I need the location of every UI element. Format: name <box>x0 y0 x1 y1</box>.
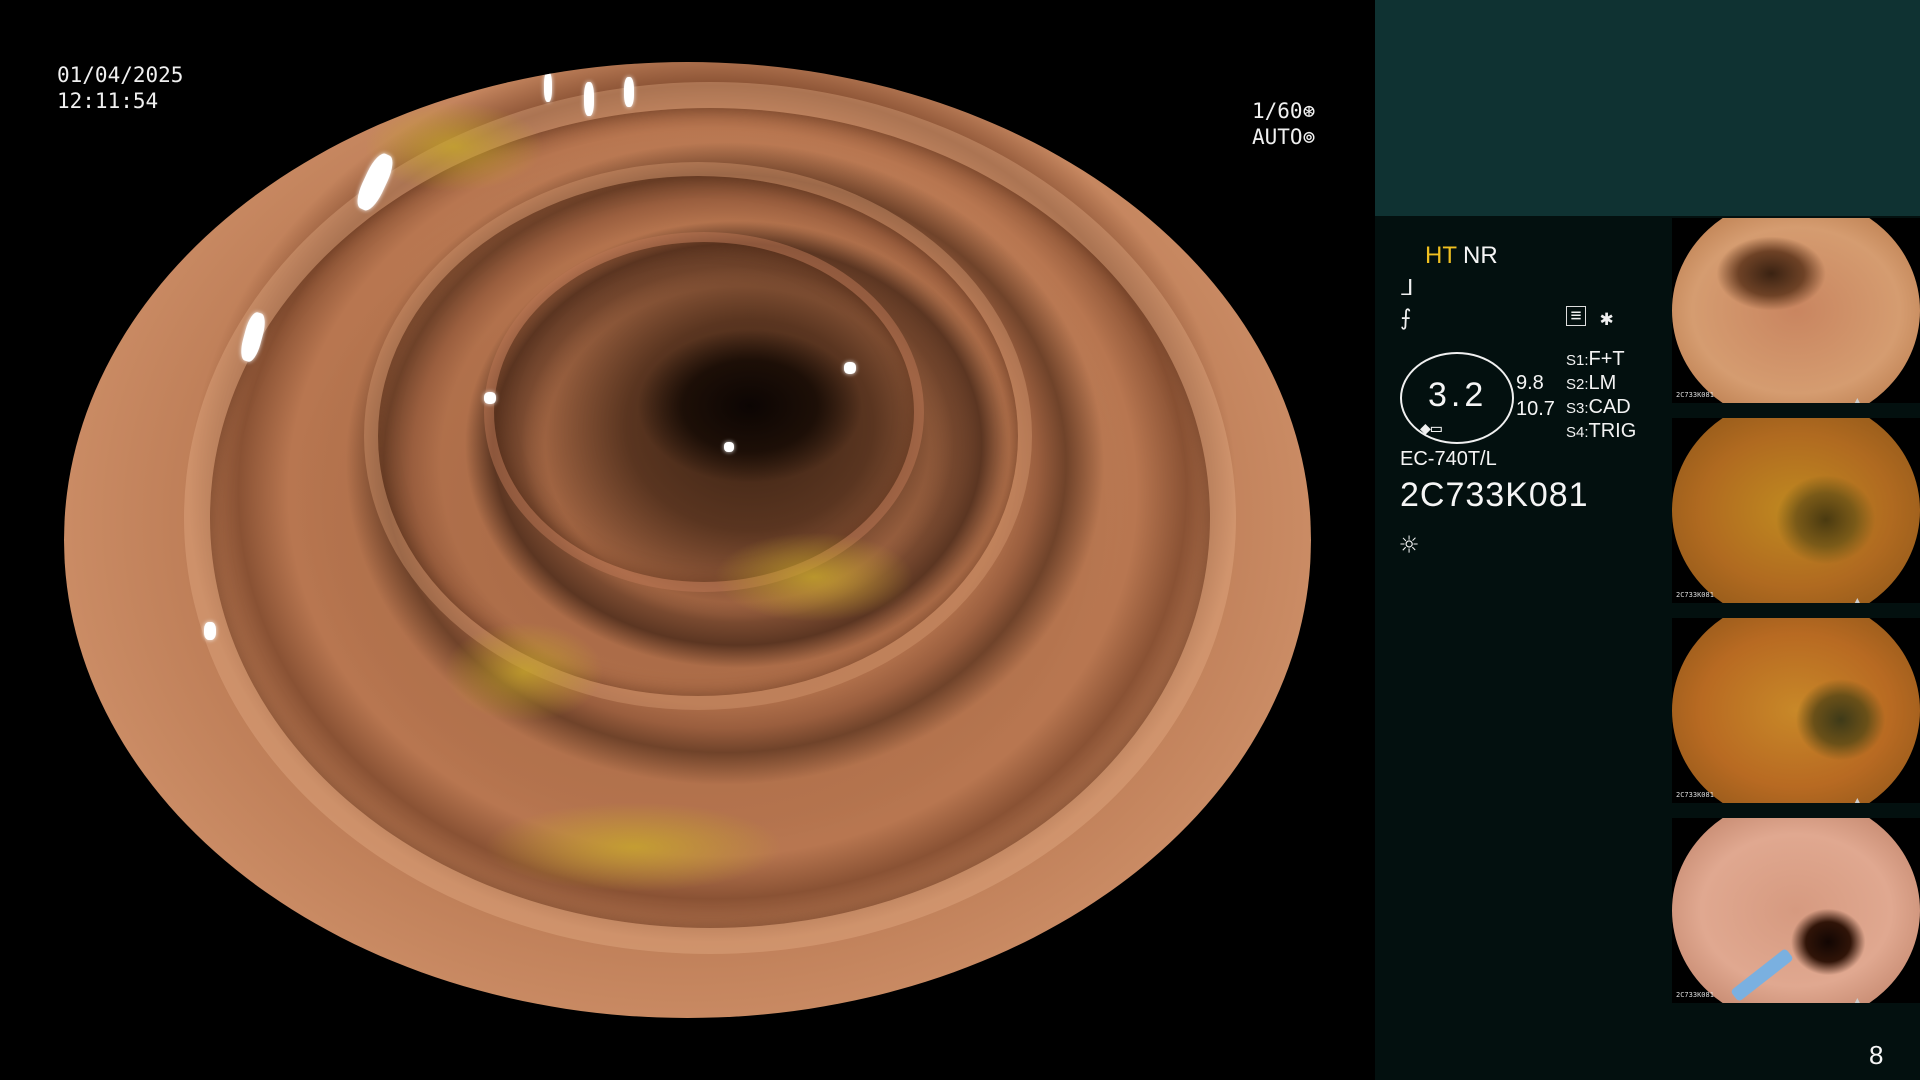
zoom-value: 3.2 <box>1428 376 1488 414</box>
exposure-readout: 1/60⊛ AUTO⊚ <box>1252 98 1315 150</box>
panel-header <box>1375 0 1920 216</box>
ht-mode-indicator: HT <box>1425 242 1457 269</box>
bile-residue <box>714 532 914 622</box>
thumbnail-image <box>1672 418 1920 603</box>
exposure-mode: AUTO <box>1252 125 1303 149</box>
scope-model: EC-740T/L <box>1400 448 1497 470</box>
capture-thumbnail[interactable]: 2C733K081 ▲ <box>1672 818 1920 1003</box>
thumbnail-marker-icon: ▲ <box>1854 596 1860 603</box>
scope-tip-icon: ◆▭ <box>1420 418 1442 439</box>
thumbnail-label: 2C733K081 <box>1676 991 1714 999</box>
zoom-side-value-b: 10.7 <box>1516 398 1555 420</box>
light-reflection <box>724 442 734 452</box>
shutter-speed: 1/60 <box>1252 99 1303 123</box>
thumbnail-label: 2C733K081 <box>1676 791 1714 799</box>
star-icon: ✱ <box>1600 306 1614 331</box>
bile-residue <box>364 102 544 192</box>
page-number: 8 <box>1869 1040 1884 1070</box>
slot-s2: S2:LM <box>1566 372 1617 394</box>
bile-residue <box>484 802 784 892</box>
slot-s1: S1:F+T <box>1566 348 1625 370</box>
light-reflection <box>624 77 634 107</box>
endoscope-live-view <box>64 62 1311 1018</box>
light-reflection <box>584 82 594 116</box>
bile-residue <box>444 622 604 722</box>
zoom-side-value-a: 9.8 <box>1516 372 1544 394</box>
slot-s4: S4:TRIG <box>1566 420 1637 442</box>
thumbnail-image <box>1672 618 1920 803</box>
capture-thumbnail[interactable]: 2C733K081 ▲ <box>1672 218 1920 403</box>
slot-s3: S3:CAD <box>1566 396 1631 418</box>
date-time-readout: 01/04/2025 12:11:54 <box>57 62 183 114</box>
thumbnail-marker-icon: ▲ <box>1854 796 1860 803</box>
light-reflection <box>484 392 496 404</box>
light-reflection <box>844 362 856 374</box>
settings-list-icon: ≡ <box>1566 306 1586 326</box>
nr-mode-indicator: NR <box>1463 242 1498 269</box>
contrast-icon: ᒧ <box>1400 276 1414 301</box>
light-reflection <box>204 622 216 640</box>
time-text: 12:11:54 <box>57 89 159 113</box>
thumbnail-label: 2C733K081 <box>1676 391 1714 399</box>
capture-thumbnail[interactable]: 2C733K081 ▲ <box>1672 418 1920 603</box>
date-text: 01/04/2025 <box>57 63 184 87</box>
scope-serial: 2C733K081 <box>1400 476 1589 514</box>
light-reflection <box>544 72 552 102</box>
brightness-icon: ☼ <box>1400 528 1419 563</box>
thumbnail-image <box>1672 818 1920 1003</box>
aperture-icon: ⊛ <box>1302 99 1316 123</box>
thumbnail-marker-icon: ▲ <box>1854 996 1860 1003</box>
thumbnail-marker-icon: ▲ <box>1854 396 1860 403</box>
structure-icon: ⨍ <box>1400 306 1412 331</box>
thumbnail-image <box>1672 218 1920 403</box>
iris-icon: ⊚ <box>1302 125 1316 149</box>
thumbnail-label: 2C733K081 <box>1676 591 1714 599</box>
capture-thumbnail[interactable]: 2C733K081 ▲ <box>1672 618 1920 803</box>
